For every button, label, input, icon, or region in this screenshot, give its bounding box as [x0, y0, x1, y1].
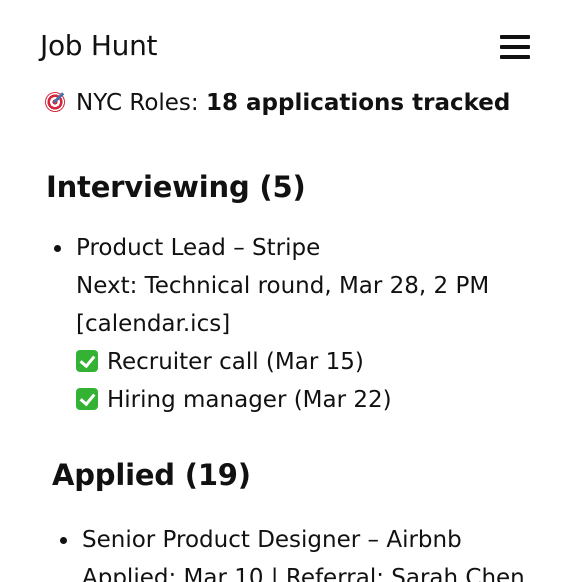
next-step: Next: Technical round, Mar 28, 2 PM	[76, 273, 490, 299]
check-mark-icon	[76, 388, 98, 410]
applications-count: 18 applications tracked	[205, 90, 511, 116]
calendar-attachment-link[interactable]: [calendar.ics]	[76, 311, 230, 337]
completed-step: Hiring manager (Mar 22)	[76, 381, 489, 419]
bullet	[54, 245, 61, 252]
menu-bar	[500, 55, 530, 59]
summary-line: NYC Roles: 18 applications tracked	[45, 90, 510, 116]
application-detail: Applied: Mar 10 | Referral: Sarah Chen	[82, 565, 525, 582]
menu-bar	[500, 45, 530, 49]
app-title: Job Hunt	[40, 29, 158, 62]
summary-prefix: NYC Roles:	[76, 90, 206, 116]
target-icon	[45, 90, 67, 112]
step-label: Recruiter call (Mar 15)	[107, 349, 364, 375]
list-item[interactable]: Product Lead – Stripe Next: Technical ro…	[54, 229, 490, 419]
app-header: Job Hunt	[40, 28, 530, 68]
check-mark-icon	[76, 350, 98, 372]
section-title-applied: Applied (19)	[52, 458, 251, 492]
bullet	[60, 537, 67, 544]
hamburger-menu-icon[interactable]	[500, 35, 530, 59]
section-title-interviewing: Interviewing (5)	[46, 170, 306, 204]
job-hunt-page: Job Hunt NYC Roles: 18 applications trac…	[0, 0, 562, 582]
completed-step: Recruiter call (Mar 15)	[76, 343, 489, 381]
step-label: Hiring manager (Mar 22)	[107, 387, 392, 413]
job-title: Product Lead – Stripe	[76, 235, 321, 261]
job-title: Senior Product Designer – Airbnb	[82, 527, 462, 553]
list-item[interactable]: Senior Product Designer – Airbnb Applied…	[60, 521, 525, 582]
menu-bar	[500, 35, 530, 39]
